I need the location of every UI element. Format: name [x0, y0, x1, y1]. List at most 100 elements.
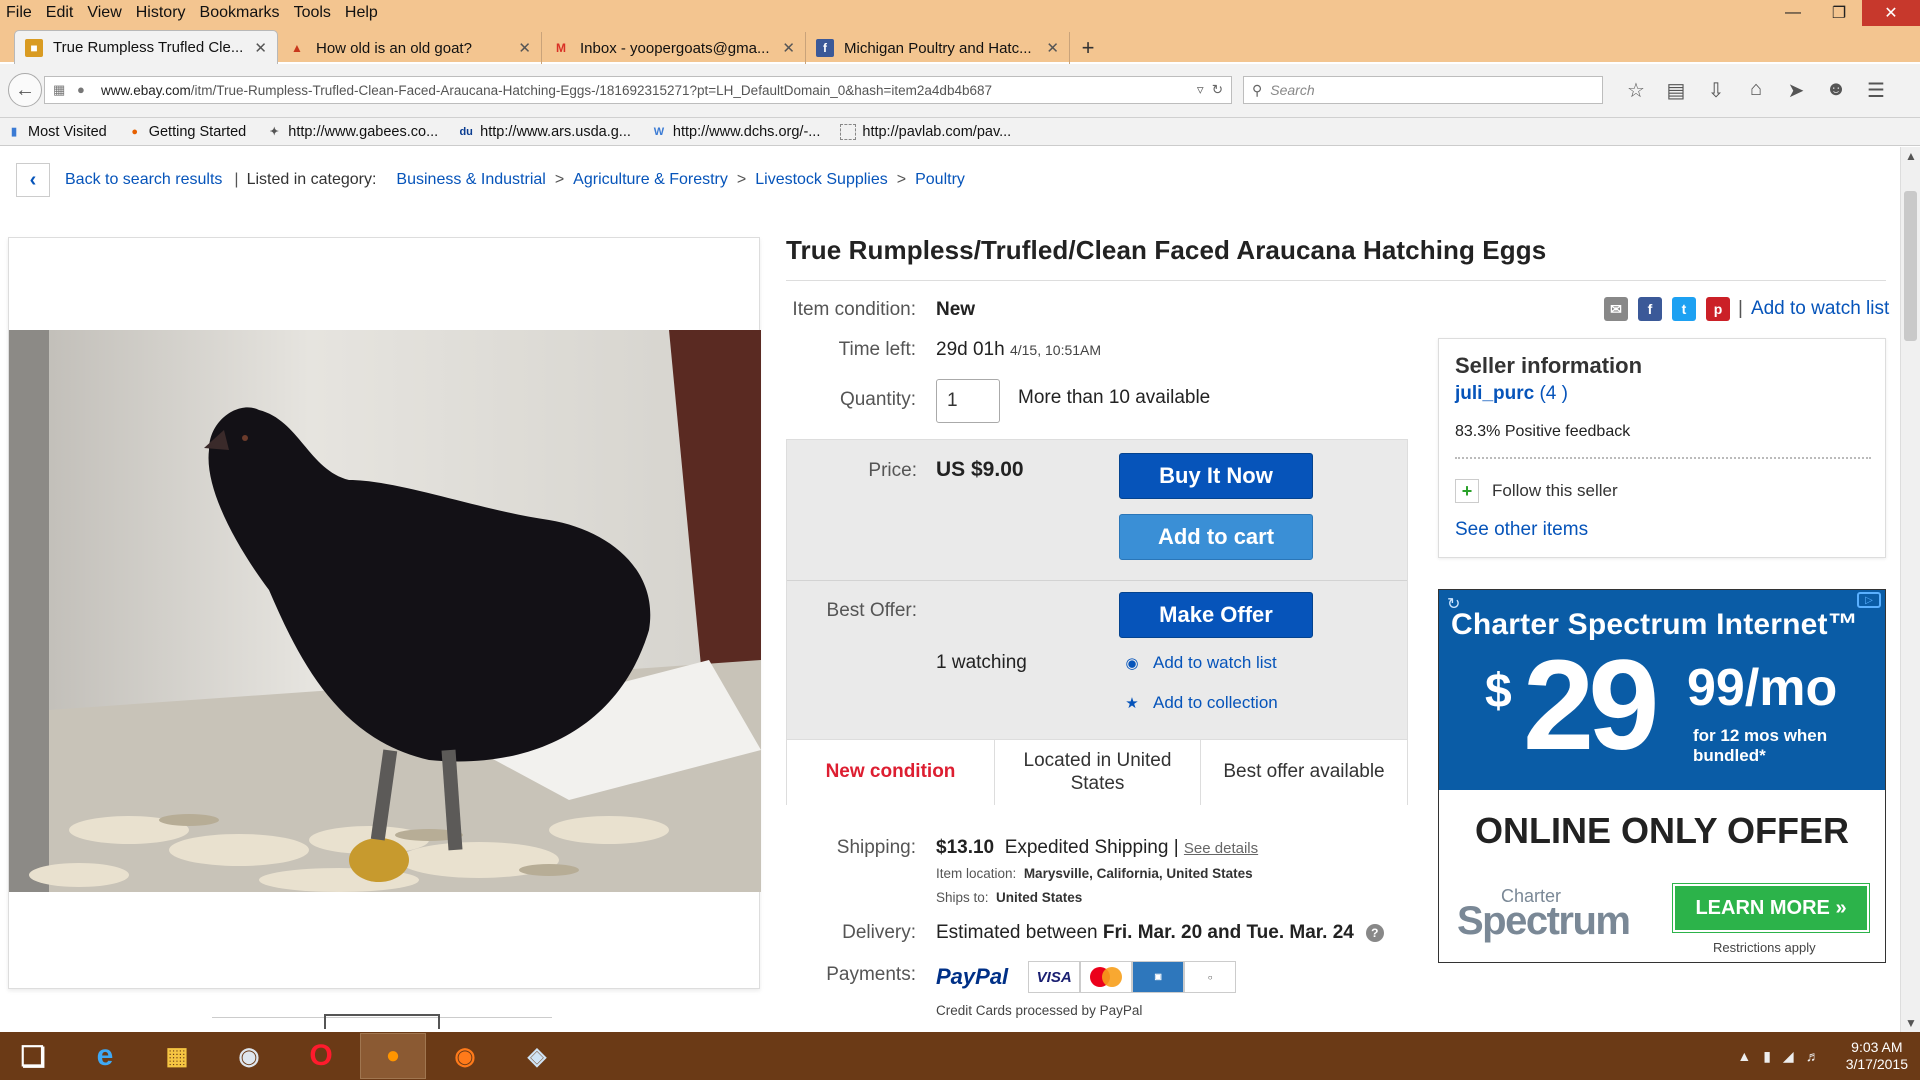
bookmark-icon: ▮	[10, 126, 18, 138]
back-to-search-link[interactable]: Back to search results	[65, 171, 222, 189]
battery-icon[interactable]: ▮	[1763, 1048, 1771, 1065]
close-tab-icon[interactable]: ✕	[782, 39, 795, 57]
menu-help[interactable]: Help	[345, 4, 378, 22]
media-player-icon[interactable]: ◉	[432, 1033, 498, 1079]
pinterest-icon[interactable]: p	[1706, 297, 1730, 321]
seller-username[interactable]: juli_purc	[1455, 383, 1534, 404]
reading-list-icon[interactable]: ▤	[1656, 78, 1696, 103]
chat-icon[interactable]: ☻	[1816, 78, 1856, 103]
firefox-icon[interactable]: ●	[360, 1033, 426, 1079]
bookmark-gabees[interactable]: ✦ http://www.gabees.co...	[266, 124, 439, 140]
back-arrow-icon[interactable]: ←	[8, 73, 42, 107]
maximize-button[interactable]: ❐	[1816, 0, 1862, 26]
menu-history[interactable]: History	[136, 4, 186, 22]
windows-start-icon[interactable]: ❏	[0, 1033, 66, 1079]
bookmark-dchs[interactable]: Whttp://www.dchs.org/-...	[651, 124, 821, 140]
site-identity-icon[interactable]: ●	[77, 82, 93, 98]
minimize-button[interactable]: —	[1770, 0, 1816, 26]
tab-gmail[interactable]: M Inbox - yoopergoats@gma... ✕	[542, 32, 806, 64]
add-to-collection-link[interactable]: Add to collection	[1153, 693, 1278, 713]
internet-explorer-icon[interactable]: e	[72, 1033, 138, 1079]
bookmark-ars-usda[interactable]: du http://www.ars.usda.g...	[458, 124, 630, 140]
search-input[interactable]: ⚲ Search	[1243, 76, 1603, 104]
reload-icon[interactable]: ↻	[1212, 82, 1223, 98]
menu-view[interactable]: View	[87, 4, 121, 22]
volume-icon[interactable]: ♬	[1806, 1048, 1820, 1064]
menu-file[interactable]: File	[6, 4, 32, 22]
dropdown-arrow-icon[interactable]: ▿	[1197, 82, 1204, 98]
new-tab-button[interactable]: +	[1070, 32, 1106, 64]
dotted-divider	[1455, 457, 1871, 459]
make-offer-button[interactable]: Make Offer	[1119, 592, 1313, 638]
charter-spectrum-ad[interactable]: ↻ ▷ Charter Spectrum Internet™ $ 29 99/m…	[1438, 589, 1886, 963]
page-info-icon[interactable]: ▦	[53, 82, 69, 98]
ad-headline: Charter Spectrum Internet™	[1451, 608, 1858, 641]
send-icon[interactable]: ➤	[1776, 78, 1816, 103]
opera-icon[interactable]: O	[288, 1033, 354, 1079]
condition-label: Item condition:	[792, 299, 916, 320]
email-icon[interactable]: ✉	[1604, 297, 1628, 321]
learn-more-button[interactable]: LEARN MORE »	[1672, 883, 1870, 933]
add-to-watch-list-link[interactable]: Add to watch list	[1153, 653, 1277, 673]
item-photo[interactable]	[9, 330, 761, 892]
tab-ebay-item[interactable]: ■ True Rumpless Trufled Cle... ✕	[14, 30, 278, 64]
vertical-scrollbar[interactable]: ▲ ▼	[1900, 147, 1920, 1032]
close-tab-icon[interactable]: ✕	[1046, 39, 1059, 57]
help-icon[interactable]: ?	[1365, 923, 1384, 942]
add-to-watch-list-row[interactable]: ◉ Add to watch list	[1121, 653, 1277, 673]
tab-facebook[interactable]: f Michigan Poultry and Hatc... ✕	[806, 32, 1070, 64]
breadcrumb-business-industrial[interactable]: Business & Industrial	[396, 171, 545, 189]
scroll-down-icon[interactable]: ▼	[1901, 1016, 1920, 1030]
follow-seller-label: Follow this seller	[1492, 481, 1618, 500]
bookmark-pavlab[interactable]: http://pavlab.com/pav...	[840, 123, 1011, 140]
paint-icon[interactable]: ◈	[504, 1033, 570, 1079]
scroll-up-icon[interactable]: ▲	[1901, 149, 1920, 163]
scrollbar-thumb[interactable]	[1904, 191, 1917, 341]
facebook-icon[interactable]: f	[1638, 297, 1662, 321]
seller-info-heading: Seller information	[1455, 353, 1643, 378]
add-to-collection-row[interactable]: ★ Add to collection	[1121, 693, 1278, 713]
home-icon[interactable]: ⌂	[1736, 78, 1776, 103]
quantity-input[interactable]: 1	[936, 379, 1000, 423]
seller-name[interactable]: juli_purc (4 )	[1455, 383, 1568, 405]
download-icon[interactable]: ⇩	[1696, 78, 1736, 103]
see-other-items-link[interactable]: See other items	[1455, 519, 1588, 541]
clock[interactable]: 9:03 AM 3/17/2015	[1846, 1039, 1908, 1074]
search-placeholder: Search	[1270, 82, 1315, 98]
breadcrumb-poultry[interactable]: Poultry	[915, 171, 965, 189]
hamburger-menu-icon[interactable]: ☰	[1856, 78, 1896, 103]
bookmark-getting-started[interactable]: ● Getting Started	[127, 123, 247, 140]
tab-goat[interactable]: ▲ How old is an old goat? ✕	[278, 32, 542, 64]
shipping-label: Shipping:	[836, 837, 916, 858]
breadcrumb-separator: >	[896, 171, 907, 188]
follow-seller-button[interactable]: + Follow this seller	[1455, 479, 1618, 503]
menu-tools[interactable]: Tools	[294, 4, 331, 22]
close-window-button[interactable]: ✕	[1862, 0, 1920, 26]
ad-fine-print: for 12 mos when bundled*	[1693, 726, 1828, 766]
see-details-link[interactable]: See details	[1184, 840, 1258, 857]
show-hidden-icons-icon[interactable]: ▲	[1737, 1048, 1751, 1064]
discover-icon: ○	[1184, 961, 1237, 993]
twitter-icon[interactable]: t	[1672, 297, 1696, 321]
menu-bookmarks[interactable]: Bookmarks	[200, 4, 280, 22]
bookmark-most-visited[interactable]: ▮ Most Visited	[6, 124, 107, 140]
network-icon[interactable]: ◢	[1783, 1048, 1794, 1065]
selected-thumbnail[interactable]	[324, 1014, 440, 1029]
add-to-watch-list-link[interactable]: Add to watch list	[1751, 298, 1889, 320]
seller-score[interactable]: (4 )	[1539, 383, 1568, 404]
bookmark-star-icon[interactable]: ☆	[1616, 78, 1656, 103]
item-title: True Rumpless/Trufled/Clean Faced Arauca…	[786, 235, 1547, 265]
breadcrumb-agriculture-forestry[interactable]: Agriculture & Forestry	[573, 171, 728, 189]
add-to-cart-button[interactable]: Add to cart	[1119, 514, 1313, 560]
steam-icon[interactable]: ◉	[216, 1033, 282, 1079]
close-tab-icon[interactable]: ✕	[254, 39, 267, 57]
address-bar[interactable]: ▦ ● www.ebay.com/itm/True-Rumpless-Trufl…	[44, 76, 1232, 104]
adchoices-icon[interactable]: ▷	[1857, 592, 1881, 608]
menu-edit[interactable]: Edit	[46, 4, 74, 22]
buy-it-now-button[interactable]: Buy It Now	[1119, 453, 1313, 499]
close-tab-icon[interactable]: ✕	[518, 39, 531, 57]
chevron-left-icon[interactable]: ‹	[16, 163, 50, 197]
breadcrumb-livestock-supplies[interactable]: Livestock Supplies	[755, 171, 888, 189]
file-explorer-icon[interactable]: ▦	[144, 1033, 210, 1079]
bookmark-label: Getting Started	[148, 123, 247, 140]
